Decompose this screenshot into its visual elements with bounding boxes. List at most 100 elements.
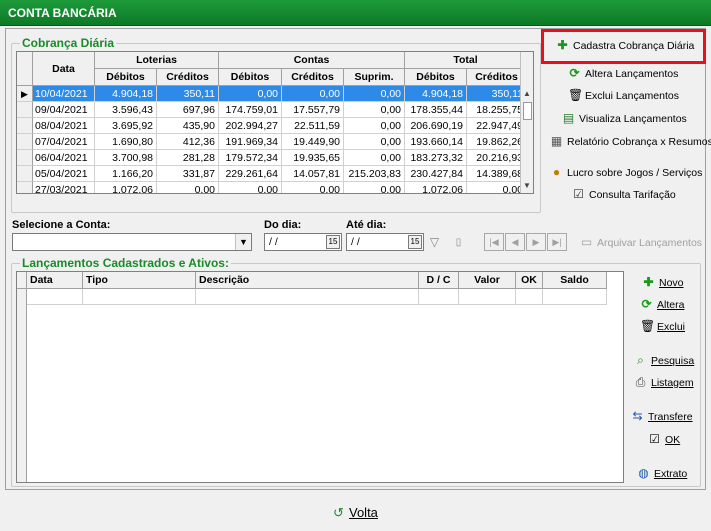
row-indicator[interactable] bbox=[17, 118, 33, 134]
table-cell: 3.700,98 bbox=[95, 150, 157, 166]
table-cell: 0,00 bbox=[344, 150, 405, 166]
row-indicator[interactable] bbox=[17, 134, 33, 150]
scroll-down-icon[interactable]: ▼ bbox=[521, 180, 533, 192]
clear-filter-icon[interactable]: ▯ bbox=[452, 236, 465, 249]
altera-lancamentos-button[interactable]: ⟳ Altera Lançamentos bbox=[568, 67, 678, 80]
table-cell: 22.511,59 bbox=[282, 118, 344, 134]
col-header-data[interactable]: Data bbox=[27, 272, 83, 289]
exclui-label: Exclui bbox=[657, 320, 686, 333]
row-indicator[interactable] bbox=[17, 150, 33, 166]
footer: ↺ Volta bbox=[0, 494, 711, 531]
cobranca-scrollbar[interactable]: ▲ ▼ bbox=[520, 52, 533, 193]
ok-button[interactable]: ☑ OK bbox=[648, 433, 680, 446]
window-title: CONTA BANCÁRIA bbox=[0, 0, 711, 26]
table-cell: 0,00 bbox=[282, 86, 344, 102]
consulta-tarifacao-label: Consulta Tarifação bbox=[589, 188, 676, 201]
table-cell: 0,00 bbox=[219, 182, 282, 193]
table-row[interactable]: 05/04/2021 1.166,20 331,87 229.261,64 14.057… bbox=[17, 166, 527, 182]
altera-button[interactable]: ⟳ Altera bbox=[640, 298, 684, 311]
row-indicator[interactable] bbox=[17, 102, 33, 118]
relatorio-cobranca-button[interactable]: ▦ Relatório Cobrança x Resumos bbox=[550, 135, 711, 148]
table-row[interactable]: 08/04/2021 3.695,92 435,90 202.994,27 22.511… bbox=[17, 118, 527, 134]
plus-icon: ✚ bbox=[557, 38, 568, 52]
row-indicator[interactable] bbox=[17, 182, 33, 193]
table-cell: 215.203,83 bbox=[344, 166, 405, 182]
coins-icon: ● bbox=[552, 165, 561, 179]
row-indicator[interactable] bbox=[17, 166, 33, 182]
consulta-tarifacao-button[interactable]: ☑ Consulta Tarifação bbox=[572, 188, 676, 201]
table-row[interactable]: 27/03/2021 1.072,06 0,00 0,00 0,00 0,00 1.072,… bbox=[17, 182, 527, 193]
cadastra-cobranca-button[interactable]: ✚ Cadastra Cobrança Diária bbox=[556, 39, 694, 52]
table-row[interactable]: ▶ 10/04/2021 4.904,18 350,11 0,00 0,00 0,00 4.9… bbox=[17, 86, 527, 102]
col-header-dc[interactable]: D / C bbox=[419, 272, 459, 289]
table-row[interactable]: 06/04/2021 3.700,98 281,28 179.572,34 19.935… bbox=[17, 150, 527, 166]
col-header-saldo[interactable]: Saldo bbox=[543, 272, 607, 289]
visualiza-lancamentos-button[interactable]: ▤ Visualiza Lançamentos bbox=[562, 112, 687, 125]
table-cell: 202.994,27 bbox=[219, 118, 282, 134]
table-cell: 179.572,34 bbox=[219, 150, 282, 166]
col-header-tot-creditos[interactable]: Créditos bbox=[467, 69, 527, 86]
col-header-tot-debitos[interactable]: Débitos bbox=[405, 69, 467, 86]
pesquisa-button[interactable]: ⌕ Pesquisa bbox=[634, 354, 694, 367]
arquivar-lancamentos-button[interactable]: ▭ Arquivar Lançamentos bbox=[580, 236, 702, 249]
table-cell: 10/04/2021 bbox=[33, 86, 95, 102]
row-indicator[interactable]: ▶ bbox=[17, 86, 33, 102]
next-record-button[interactable]: ▶ bbox=[526, 233, 546, 251]
scroll-thumb[interactable] bbox=[523, 102, 532, 120]
col-header-valor[interactable]: Valor bbox=[459, 272, 516, 289]
table-cell: 20.216,93 bbox=[467, 150, 527, 166]
calendar-icon[interactable]: 15 bbox=[326, 235, 340, 249]
last-record-button[interactable]: ▶| bbox=[547, 233, 567, 251]
ate-dia-input[interactable]: / / 15 bbox=[346, 233, 424, 251]
table-cell: 191.969,34 bbox=[219, 134, 282, 150]
col-header-descricao[interactable]: Descrição bbox=[196, 272, 419, 289]
lancamentos-group: Lançamentos Cadastrados e Ativos: Data T… bbox=[11, 256, 701, 487]
table-cell: 4.904,18 bbox=[95, 86, 157, 102]
transfere-label: Transfere bbox=[648, 410, 693, 423]
table-cell: 06/04/2021 bbox=[33, 150, 95, 166]
novo-button[interactable]: ✚ Novo bbox=[642, 276, 683, 289]
col-header-cnt-debitos[interactable]: Débitos bbox=[219, 69, 282, 86]
table-cell: 193.660,14 bbox=[405, 134, 467, 150]
filter-icon[interactable]: ▽ bbox=[428, 236, 441, 249]
col-header-cnt-creditos[interactable]: Créditos bbox=[282, 69, 344, 86]
listagem-button[interactable]: ⎙ Listagem bbox=[634, 376, 694, 389]
col-header-lot-debitos[interactable]: Débitos bbox=[95, 69, 157, 86]
table-cell: 1.072,06 bbox=[95, 182, 157, 193]
table-row[interactable] bbox=[27, 289, 607, 305]
calendar-icon[interactable]: 15 bbox=[408, 235, 422, 249]
conta-select[interactable]: ▼ bbox=[12, 233, 252, 251]
col-header-ok[interactable]: OK bbox=[516, 272, 543, 289]
table-cell: 17.557,79 bbox=[282, 102, 344, 118]
table-cell: 0,00 bbox=[344, 118, 405, 134]
do-dia-input[interactable]: / / 15 bbox=[264, 233, 342, 251]
volta-button[interactable]: ↺ Volta bbox=[332, 505, 378, 520]
extrato-button[interactable]: ◍ Extrato bbox=[637, 467, 687, 480]
scroll-up-icon[interactable]: ▲ bbox=[521, 88, 533, 100]
col-header-suprim[interactable]: Suprim. bbox=[344, 69, 405, 86]
lancamentos-grid[interactable]: Data Tipo Descrição D / C Valor OK Saldo bbox=[16, 271, 624, 483]
table-cell: 22.947,49 bbox=[467, 118, 527, 134]
col-header-lot-creditos[interactable]: Créditos bbox=[157, 69, 219, 86]
transfere-button[interactable]: ⇆ Transfere bbox=[631, 410, 693, 423]
do-dia-label: Do dia: bbox=[264, 219, 302, 231]
table-cell: 183.273,32 bbox=[405, 150, 467, 166]
ate-dia-label: Até dia: bbox=[346, 219, 387, 231]
cobranca-grid[interactable]: Data Loterias Contas Total Débitos Crédi… bbox=[16, 51, 534, 194]
chevron-down-icon[interactable]: ▼ bbox=[235, 234, 251, 250]
col-header-tipo[interactable]: Tipo bbox=[83, 272, 196, 289]
exclui-lancamentos-button[interactable]: 🗑 Exclui Lançamentos bbox=[568, 89, 679, 102]
lucro-jogos-button[interactable]: ● Lucro sobre Jogos / Serviços bbox=[550, 165, 703, 179]
table-cell: 3.695,92 bbox=[95, 118, 157, 134]
table-cell: 0,00 bbox=[157, 182, 219, 193]
trash-icon: 🗑 bbox=[568, 88, 584, 102]
search-icon: ⌕ bbox=[637, 353, 644, 367]
exclui-button[interactable]: 🗑 Exclui bbox=[640, 320, 685, 333]
table-row[interactable]: 07/04/2021 1.690,80 412,36 191.969,34 19.449… bbox=[17, 134, 527, 150]
table-row[interactable]: 09/04/2021 3.596,43 697,96 174.759,01 17.557… bbox=[17, 102, 527, 118]
altera-label: Altera bbox=[657, 298, 685, 311]
col-header-data[interactable]: Data bbox=[33, 52, 95, 86]
prev-record-button[interactable]: ◀ bbox=[505, 233, 525, 251]
table-cell: 14.389,68 bbox=[467, 166, 527, 182]
first-record-button[interactable]: |◀ bbox=[484, 233, 504, 251]
